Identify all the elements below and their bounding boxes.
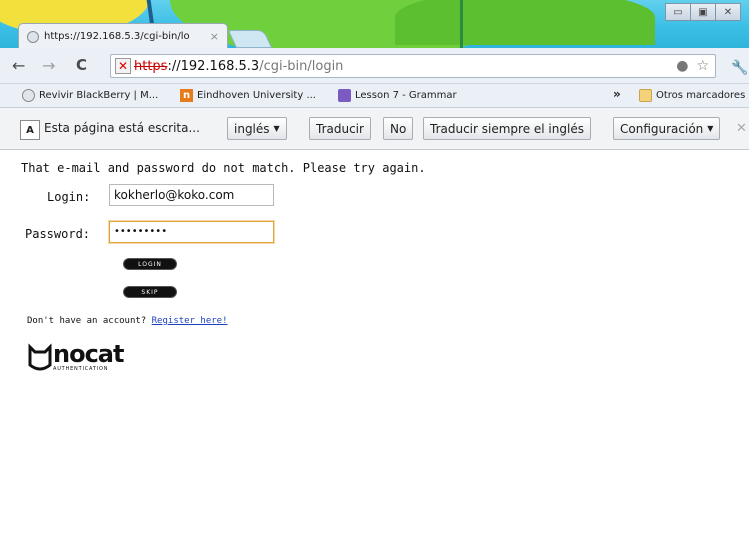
globe-icon <box>22 89 35 102</box>
nocat-logo: nocat AUTHENTICATION <box>27 340 124 373</box>
insecure-lock-icon[interactable]: ✕ <box>115 58 131 74</box>
other-bookmarks-label: Otros marcadores <box>656 90 746 101</box>
reload-icon[interactable]: C <box>76 56 87 74</box>
bookmark-item[interactable]: Lesson 7 - Grammar <box>338 89 457 102</box>
tab-title: https://192.168.5.3/cgi-bin/lo <box>44 31 190 42</box>
folder-icon <box>639 89 652 102</box>
bookmark-item[interactable]: n Eindhoven University ... <box>180 89 316 102</box>
register-link[interactable]: Register here! <box>152 316 228 326</box>
url-path: /cgi-bin/login <box>259 58 344 74</box>
globe-icon <box>27 30 39 43</box>
bookmark-item[interactable]: Revivir BlackBerry | M... <box>22 89 158 102</box>
password-input[interactable]: ••••••••• <box>109 221 274 243</box>
error-message: That e-mail and password do not match. P… <box>21 161 426 175</box>
address-bar[interactable]: ✕ https://192.168.5.3/cgi-bin/login ● ☆ <box>110 54 716 78</box>
language-select[interactable]: inglés ▼ <box>227 117 287 140</box>
back-icon[interactable]: ← <box>12 56 25 75</box>
theme-decoration <box>460 0 463 48</box>
always-translate-button[interactable]: Traducir siempre el inglés <box>423 117 591 140</box>
password-label: Password: <box>25 227 91 241</box>
login-page: That e-mail and password do not match. P… <box>0 150 749 552</box>
theme-decoration <box>395 0 655 45</box>
chevron-down-icon: ▼ <box>273 124 280 133</box>
cat-icon <box>28 343 52 371</box>
close-window-button[interactable]: ✕ <box>715 3 741 21</box>
skip-button[interactable]: SKIP <box>123 286 177 298</box>
star-icon[interactable]: ☆ <box>696 58 709 74</box>
omnibox-icons: ● ☆ <box>676 58 709 74</box>
translate-message: Esta página está escrita... <box>44 121 200 135</box>
bookmark-label: Eindhoven University ... <box>197 90 316 101</box>
options-label: Configuración <box>620 121 704 136</box>
language-select-value: inglés <box>234 121 270 136</box>
login-label: Login: <box>47 190 91 204</box>
other-bookmarks[interactable]: Otros marcadores <box>639 89 745 102</box>
no-button[interactable]: No <box>383 117 414 140</box>
browser-toolbar: ← → C ✕ https://192.168.5.3/cgi-bin/logi… <box>0 48 749 84</box>
window-controls: ▭ ▣ ✕ <box>665 3 741 21</box>
bookmark-label: Lesson 7 - Grammar <box>355 90 457 101</box>
bookmarks-overflow-button[interactable]: » <box>613 87 621 101</box>
maximize-button[interactable]: ▣ <box>690 3 716 21</box>
tab-close-icon[interactable]: × <box>210 30 219 43</box>
n-icon: n <box>180 89 193 102</box>
register-prompt: Don't have an account? Register here! <box>27 316 228 326</box>
login-input[interactable]: kokherlo@koko.com <box>109 184 274 206</box>
book-icon <box>338 89 351 102</box>
wrench-icon[interactable]: 🔧 <box>731 60 748 76</box>
translate-icon: A <box>20 120 40 140</box>
bookmark-label: Revivir BlackBerry | M... <box>39 90 159 101</box>
logo-text: nocat AUTHENTICATION <box>53 340 124 372</box>
browser-tab[interactable]: https://192.168.5.3/cgi-bin/lo × <box>18 23 228 48</box>
bookmarks-bar: Revivir BlackBerry | M... n Eindhoven Un… <box>0 84 749 108</box>
url-scheme: https <box>134 58 168 74</box>
window-titlebar: https://192.168.5.3/cgi-bin/lo × ▭ ▣ ✕ <box>0 0 749 48</box>
url-host: ://192.168.5.3 <box>167 58 260 74</box>
login-button[interactable]: LOGIN <box>123 258 177 270</box>
translate-button[interactable]: Traducir <box>309 117 371 140</box>
lightbulb-icon[interactable]: ● <box>676 58 688 74</box>
chevron-down-icon: ▼ <box>707 124 714 133</box>
minimize-button[interactable]: ▭ <box>665 3 691 21</box>
translate-infobar: A Esta página está escrita... inglés ▼ T… <box>0 108 749 150</box>
close-infobar-icon[interactable]: ✕ <box>736 121 747 136</box>
forward-icon[interactable]: → <box>42 56 55 75</box>
no-account-text: Don't have an account? <box>27 316 147 326</box>
translate-options-button[interactable]: Configuración ▼ <box>613 117 721 140</box>
